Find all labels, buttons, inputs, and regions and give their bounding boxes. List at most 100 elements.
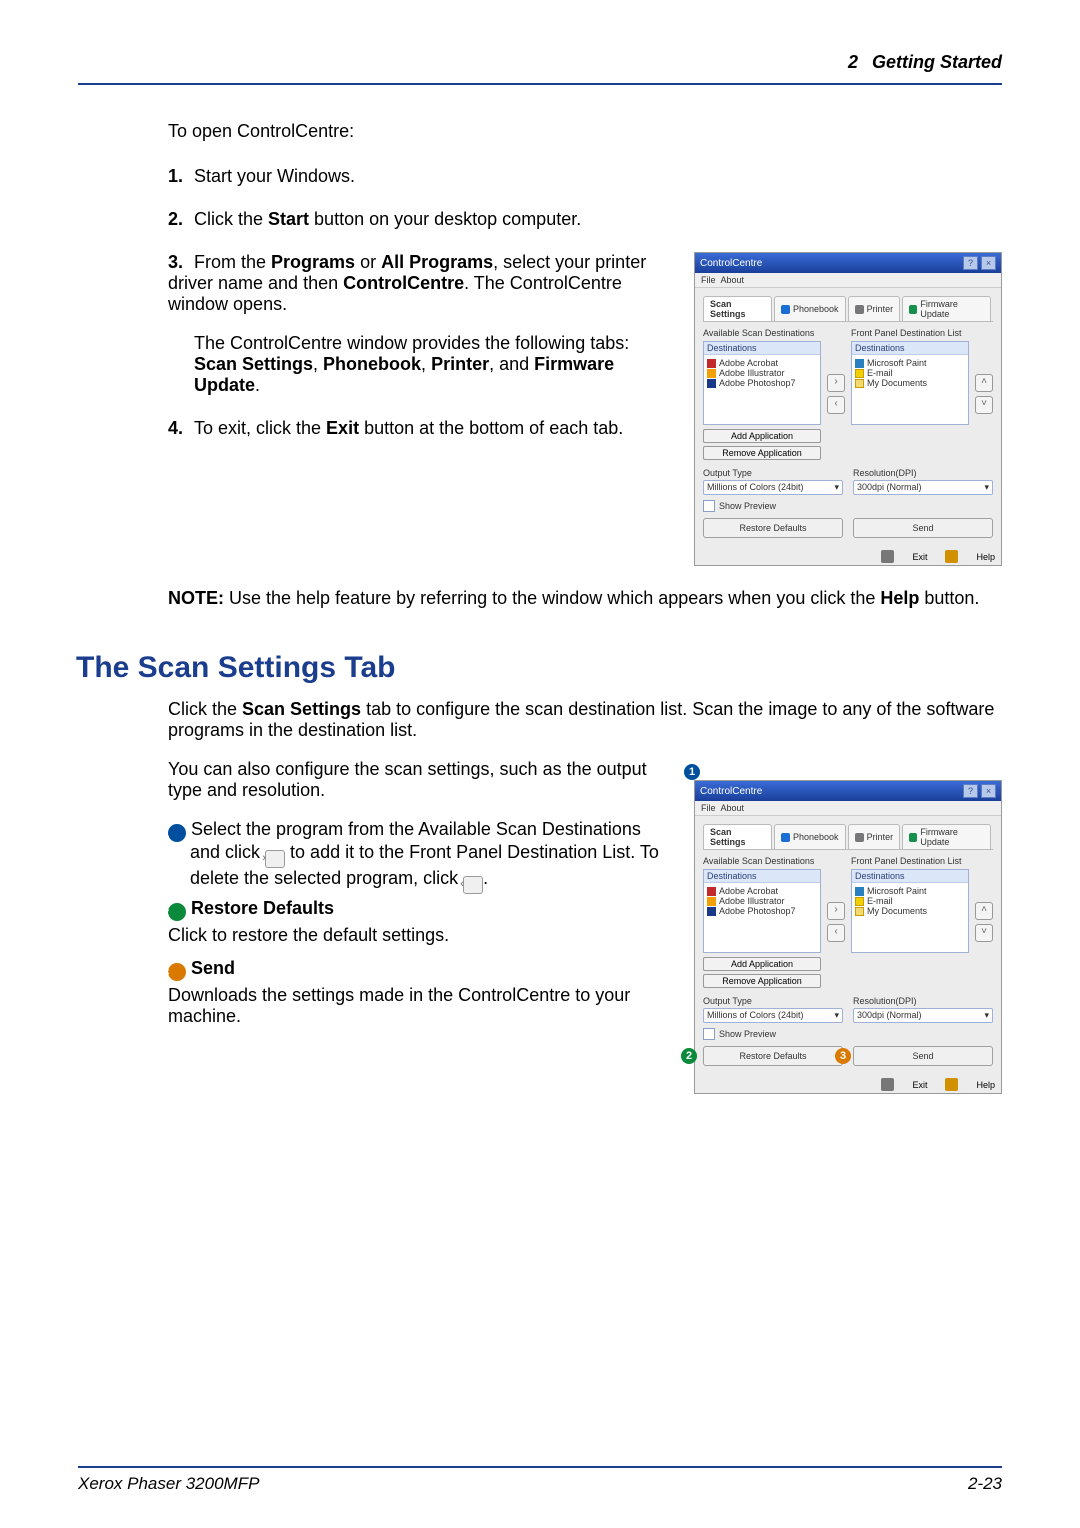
mspaint-icon xyxy=(855,359,864,368)
output-type-select[interactable]: Millions of Colors (24bit)▾ xyxy=(703,480,843,495)
chevron-down-icon: ▾ xyxy=(984,1010,989,1021)
step-list: 1.Start your Windows. 2.Click the Start … xyxy=(168,166,1002,566)
send-button[interactable]: Send xyxy=(853,1046,993,1066)
output-type-label: Output Type xyxy=(703,468,843,478)
help-icon[interactable]: ? xyxy=(963,784,978,798)
exit-button[interactable]: Exit xyxy=(912,552,927,562)
add-application-button[interactable]: Add Application xyxy=(703,429,821,443)
list-item[interactable]: My Documents xyxy=(855,906,965,916)
list-item[interactable]: Adobe Acrobat xyxy=(707,886,817,896)
restore-defaults-button[interactable]: Restore Defaults xyxy=(703,1046,843,1066)
tab-phonebook[interactable]: Phonebook xyxy=(774,296,846,321)
front-panel-listbox[interactable]: Destinations Microsoft Paint E-mail My D… xyxy=(851,869,969,953)
help-button[interactable]: Help xyxy=(976,1080,995,1090)
available-listbox[interactable]: Destinations Adobe Acrobat Adobe Illustr… xyxy=(703,869,821,953)
firmware-icon xyxy=(909,305,917,314)
tab-scan-settings[interactable]: Scan Settings xyxy=(703,296,772,321)
show-preview-checkbox[interactable] xyxy=(703,500,715,512)
help-icon[interactable]: ? xyxy=(963,256,978,270)
list-item[interactable]: E-mail xyxy=(855,368,965,378)
callout-item-2-title: 2 Restore Defaults xyxy=(168,898,664,921)
callout-item-2-text: Click to restore the default settings. xyxy=(168,925,664,946)
callout-3-icon: 3 xyxy=(168,963,186,981)
menu-about[interactable]: About xyxy=(721,275,745,285)
list-item[interactable]: Microsoft Paint xyxy=(855,886,965,896)
reorder-buttons: ˄ ˅ xyxy=(975,902,993,942)
step-2: 2.Click the Start button on your desktop… xyxy=(168,209,1002,230)
move-up-button[interactable]: ˄ xyxy=(975,374,993,392)
add-application-button[interactable]: Add Application xyxy=(703,957,821,971)
move-up-button[interactable]: ˄ xyxy=(975,902,993,920)
close-icon[interactable]: × xyxy=(981,784,996,798)
move-right-button[interactable]: › xyxy=(827,902,845,920)
available-listbox[interactable]: Destinations Adobe Acrobat Adobe Illustr… xyxy=(703,341,821,425)
move-down-button[interactable]: ˅ xyxy=(975,924,993,942)
menu-file[interactable]: File xyxy=(701,275,716,285)
main-buttons: Restore Defaults Send xyxy=(703,518,993,538)
show-preview-label: Show Preview xyxy=(719,501,776,511)
send-button[interactable]: Send xyxy=(853,518,993,538)
exit-button[interactable]: Exit xyxy=(912,1080,927,1090)
resolution-field: Resolution(DPI) 300dpi (Normal)▾ xyxy=(853,996,993,1023)
menu-file[interactable]: File xyxy=(701,803,716,813)
front-panel-listbox[interactable]: Destinations Microsoft Paint E-mail My D… xyxy=(851,341,969,425)
menu-about[interactable]: About xyxy=(721,803,745,813)
arrow-buttons: › ‹ xyxy=(827,902,845,942)
window-menubar: File About xyxy=(695,801,1001,816)
tab-scan-settings[interactable]: Scan Settings xyxy=(703,824,772,849)
list-item[interactable]: Adobe Illustrator xyxy=(707,368,817,378)
window-body: Scan Settings Phonebook Printer Firmware… xyxy=(695,288,1001,544)
step-1: 1.Start your Windows. xyxy=(168,166,1002,187)
content-area: To open ControlCentre: 1.Start your Wind… xyxy=(78,85,1002,1094)
remove-application-button[interactable]: Remove Application xyxy=(703,974,821,988)
window-title: ControlCentre xyxy=(700,258,762,269)
photoshop-icon xyxy=(707,907,716,916)
section-p2: You can also configure the scan settings… xyxy=(168,759,664,801)
output-type-field: Output Type Millions of Colors (24bit)▾ xyxy=(703,996,843,1023)
figure-1: ControlCentre ? × File About xyxy=(694,252,1002,566)
front-panel-destinations: Front Panel Destination List Destination… xyxy=(851,856,969,988)
chevron-down-icon: ▾ xyxy=(834,482,839,493)
show-preview-checkbox[interactable] xyxy=(703,1028,715,1040)
window-menubar: File About xyxy=(695,273,1001,288)
page-footer: Xerox Phaser 3200MFP 2-23 xyxy=(78,1462,1002,1494)
controlcentre-window: ControlCentre ? × File About Scan Settin xyxy=(694,780,1002,1094)
acrobat-icon xyxy=(707,887,716,896)
section-heading: The Scan Settings Tab xyxy=(76,651,1002,685)
window-bottom-bar: Exit Help xyxy=(695,1072,1001,1093)
tab-firmware-update[interactable]: Firmware Update xyxy=(902,824,991,849)
move-right-button[interactable]: › xyxy=(827,374,845,392)
steps-3-4-with-figure: 3.From the Programs or All Programs, sel… xyxy=(168,252,1002,566)
tab-printer[interactable]: Printer xyxy=(848,824,901,849)
fields-row: Output Type Millions of Colors (24bit)▾ … xyxy=(703,996,993,1023)
list-label: Front Panel Destination List xyxy=(851,856,969,866)
restore-defaults-button[interactable]: Restore Defaults xyxy=(703,518,843,538)
help-icon xyxy=(945,1078,958,1091)
list-item[interactable]: Adobe Acrobat xyxy=(707,358,817,368)
list-item[interactable]: Adobe Photoshop7 xyxy=(707,378,817,388)
section-lower-text: You can also configure the scan settings… xyxy=(168,759,664,1094)
available-destinations: Available Scan Destinations Destinations… xyxy=(703,328,821,460)
tab-printer[interactable]: Printer xyxy=(848,296,901,321)
list-label: Available Scan Destinations xyxy=(703,856,821,866)
window-titlebar: ControlCentre ? × xyxy=(695,253,1001,273)
list-item[interactable]: Adobe Photoshop7 xyxy=(707,906,817,916)
list-item[interactable]: My Documents xyxy=(855,378,965,388)
help-button[interactable]: Help xyxy=(976,552,995,562)
front-panel-destinations: Front Panel Destination List Destination… xyxy=(851,328,969,460)
output-type-select[interactable]: Millions of Colors (24bit)▾ xyxy=(703,1008,843,1023)
resolution-select[interactable]: 300dpi (Normal)▾ xyxy=(853,1008,993,1023)
move-left-button[interactable]: ‹ xyxy=(827,924,845,942)
move-down-button[interactable]: ˅ xyxy=(975,396,993,414)
list-item[interactable]: E-mail xyxy=(855,896,965,906)
figure-2: 1 ControlCentre ? × File About xyxy=(684,759,1002,1094)
tab-firmware-update[interactable]: Firmware Update xyxy=(902,296,991,321)
remove-application-button[interactable]: Remove Application xyxy=(703,446,821,460)
close-icon[interactable]: × xyxy=(981,256,996,270)
footer-page-number: 2-23 xyxy=(968,1474,1002,1494)
list-item[interactable]: Microsoft Paint xyxy=(855,358,965,368)
move-left-button[interactable]: ‹ xyxy=(827,396,845,414)
resolution-select[interactable]: 300dpi (Normal)▾ xyxy=(853,480,993,495)
list-item[interactable]: Adobe Illustrator xyxy=(707,896,817,906)
tab-phonebook[interactable]: Phonebook xyxy=(774,824,846,849)
